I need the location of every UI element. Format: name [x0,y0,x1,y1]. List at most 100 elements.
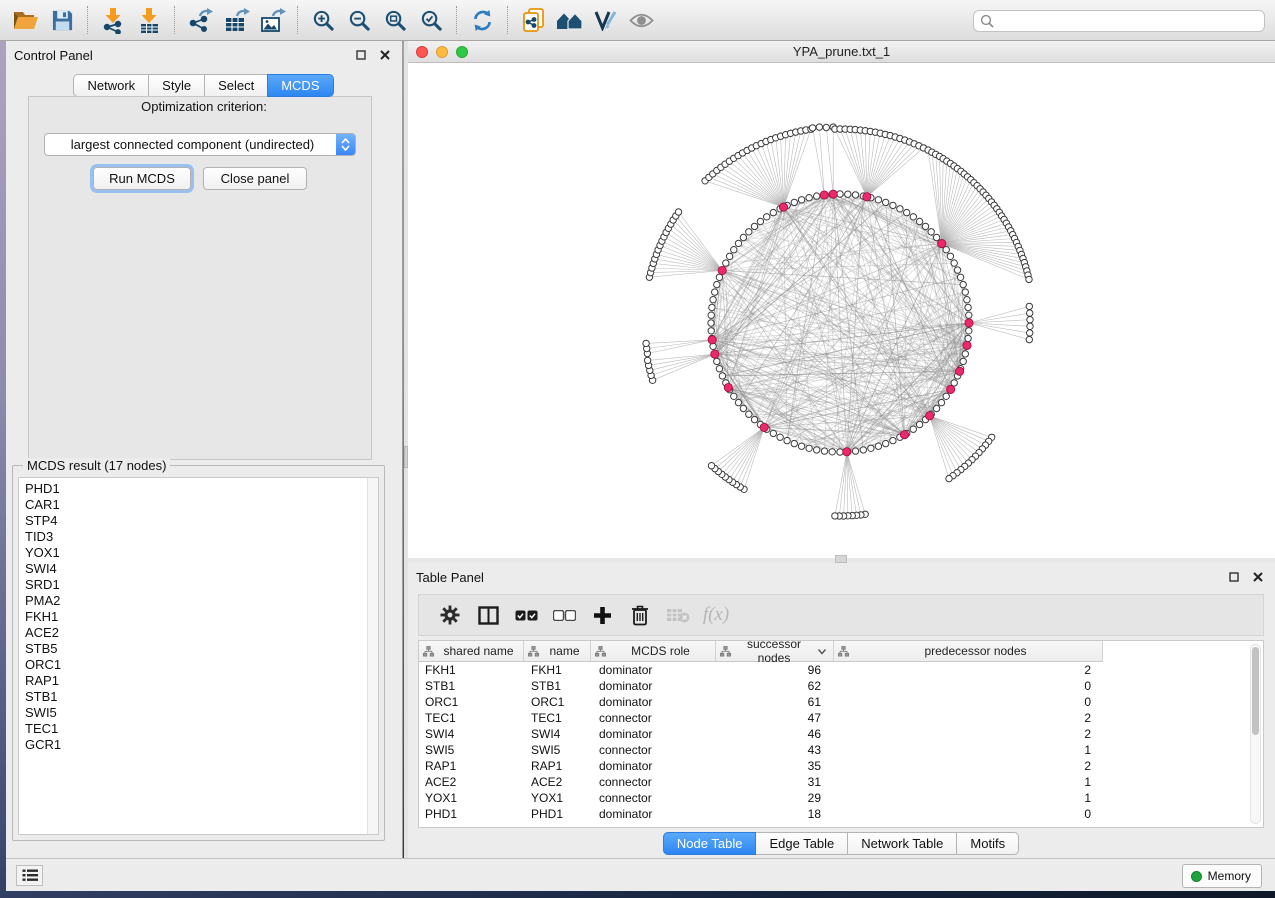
table-cell[interactable]: YOX1 [419,791,524,805]
mcds-result-item[interactable]: PHD1 [25,481,364,497]
mcds-result-item[interactable]: ACE2 [25,625,364,641]
table-cell[interactable]: 0 [834,807,1103,821]
run-mcds-button[interactable]: Run MCDS [93,167,191,190]
table-cell[interactable]: ORC1 [419,695,524,709]
table-cell[interactable]: TEC1 [524,711,591,725]
table-cell[interactable]: RAP1 [419,759,524,773]
splitter-grab-handle[interactable] [835,555,847,563]
export-network-icon[interactable] [182,4,218,36]
tab-style[interactable]: Style [148,74,205,97]
table-cell[interactable]: YOX1 [524,791,591,805]
table-cell[interactable]: dominator [591,759,716,773]
memory-button[interactable]: Memory [1182,864,1262,888]
table-settings-gear-icon[interactable] [433,600,467,630]
tab-network-table[interactable]: Network Table [847,832,957,855]
mcds-result-item[interactable]: FKH1 [25,609,364,625]
float-panel-icon[interactable] [1225,568,1243,586]
table-cell[interactable]: connector [591,743,716,757]
column-header-successor-nodes[interactable]: successor nodes [716,641,834,662]
search-box[interactable] [973,10,1265,32]
mcds-list-scrollbar[interactable] [367,478,378,834]
table-row[interactable]: PHD1PHD1dominator180 [419,806,1263,822]
table-cell[interactable]: connector [591,775,716,789]
zoom-fit-icon[interactable] [377,4,413,36]
mcds-result-item[interactable]: STP4 [25,513,364,529]
close-panel-icon[interactable] [376,46,394,64]
table-cell[interactable]: ACE2 [419,775,524,789]
mcds-result-item[interactable]: SWI5 [25,705,364,721]
table-cell[interactable]: FKH1 [419,663,524,677]
import-table-icon[interactable] [131,4,167,36]
table-cell[interactable]: 46 [716,727,834,741]
mcds-result-item[interactable]: SWI4 [25,561,364,577]
search-input[interactable] [994,14,1264,28]
float-panel-icon[interactable] [352,46,370,64]
table-cell[interactable]: ORC1 [524,695,591,709]
table-cell[interactable]: 43 [716,743,834,757]
zoom-in-icon[interactable] [305,4,341,36]
scrollbar-thumb[interactable] [1252,647,1259,735]
table-cell[interactable]: dominator [591,663,716,677]
column-header-shared-name[interactable]: shared name [419,641,524,662]
show-columns-icon[interactable] [471,600,505,630]
table-cell[interactable]: connector [591,791,716,805]
column-header-name[interactable]: name [524,641,591,662]
network-analyzer-icon[interactable] [551,4,587,36]
table-row[interactable]: FKH1FKH1dominator962 [419,662,1263,678]
show-hide-icon[interactable] [623,4,659,36]
new-network-from-file-icon[interactable] [515,4,551,36]
table-cell[interactable]: dominator [591,695,716,709]
table-cell[interactable]: 35 [716,759,834,773]
column-header-MCDS-role[interactable]: MCDS role [591,641,716,662]
table-row[interactable]: STB1STB1dominator620 [419,678,1263,694]
table-cell[interactable]: dominator [591,679,716,693]
table-cell[interactable]: 2 [834,663,1103,677]
apply-layout-icon[interactable] [464,4,500,36]
table-cell[interactable]: PHD1 [524,807,591,821]
table-cell[interactable]: STB1 [524,679,591,693]
close-panel-button[interactable]: Close panel [203,167,307,190]
mcds-result-item[interactable]: STB1 [25,689,364,705]
table-cell[interactable]: STB1 [419,679,524,693]
network-canvas[interactable] [408,63,1275,558]
table-cell[interactable]: 1 [834,791,1103,805]
table-cell[interactable]: ACE2 [524,775,591,789]
table-cell[interactable]: 31 [716,775,834,789]
mcds-result-item[interactable]: STB5 [25,641,364,657]
task-history-button[interactable] [16,865,43,886]
deselect-all-icon[interactable] [547,600,581,630]
open-file-icon[interactable] [8,4,44,36]
table-cell[interactable]: 61 [716,695,834,709]
table-row[interactable]: ACE2ACE2connector311 [419,774,1263,790]
table-cell[interactable]: 62 [716,679,834,693]
table-row[interactable]: TEC1TEC1connector472 [419,710,1263,726]
table-cell[interactable]: TEC1 [419,711,524,725]
zoom-selected-icon[interactable] [413,4,449,36]
table-cell[interactable]: RAP1 [524,759,591,773]
tab-node-table[interactable]: Node Table [663,832,757,855]
table-cell[interactable]: SWI4 [419,727,524,741]
table-cell[interactable]: connector [591,711,716,725]
create-column-plus-icon[interactable] [585,600,619,630]
zoom-out-icon[interactable] [341,4,377,36]
close-panel-icon[interactable] [1249,568,1267,586]
mcds-result-item[interactable]: YOX1 [25,545,364,561]
table-cell[interactable]: PHD1 [419,807,524,821]
table-cell[interactable]: dominator [591,807,716,821]
tab-mcds[interactable]: MCDS [267,74,333,97]
table-cell[interactable]: 2 [834,727,1103,741]
table-cell[interactable]: 18 [716,807,834,821]
table-cell[interactable]: 29 [716,791,834,805]
export-image-icon[interactable] [254,4,290,36]
table-cell[interactable]: 2 [834,711,1103,725]
mcds-result-item[interactable]: CAR1 [25,497,364,513]
table-cell[interactable]: SWI4 [524,727,591,741]
table-row[interactable]: YOX1YOX1connector291 [419,790,1263,806]
tab-edge-table[interactable]: Edge Table [755,832,848,855]
optimization-criterion-select[interactable]: largest connected component (undirected) [44,133,356,156]
table-scrollbar[interactable] [1250,644,1261,824]
table-cell[interactable]: 1 [834,743,1103,757]
mcds-result-item[interactable]: ORC1 [25,657,364,673]
table-cell[interactable]: SWI5 [419,743,524,757]
vizmap-icon[interactable] [587,4,623,36]
